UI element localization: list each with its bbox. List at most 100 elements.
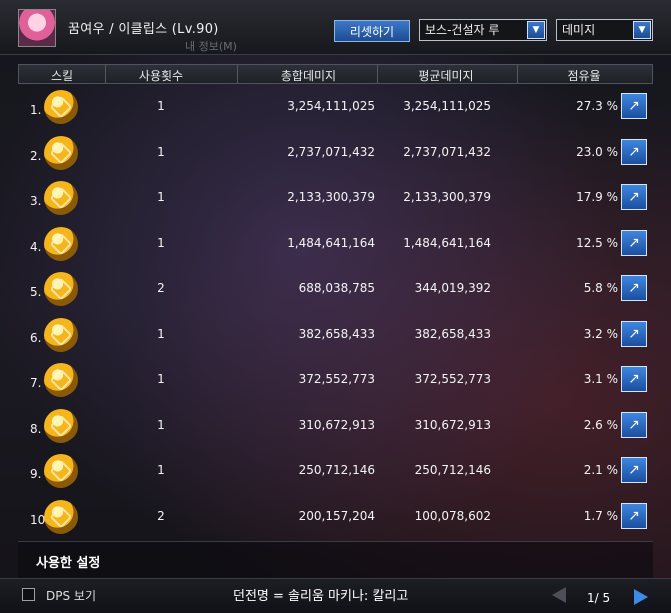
damage-share: 5.8 % [583, 281, 618, 295]
average-damage: 3,254,111,025 [403, 99, 491, 113]
column-header-average: 평균데미지 [418, 69, 474, 83]
metric-select[interactable]: 데미지 ▼ [556, 19, 653, 41]
total-damage: 2,737,071,432 [287, 144, 375, 159]
table-row: 8. 1 310,672,913 310,672,913 2.6 % ↗ [18, 404, 653, 449]
damage-share: 17.9 % [576, 190, 618, 204]
total-damage: 688,038,785 [298, 281, 375, 295]
column-header-uses: 사용횟수 [138, 69, 184, 83]
chevron-down-icon[interactable]: ▼ [527, 21, 545, 39]
metric-select-value: 데미지 [562, 23, 596, 37]
table-row: 1. 1 3,254,111,025 3,254,111,025 27.3 % ↗ [18, 85, 653, 130]
table-row: 4. 1 1,484,641,164 1,484,641,164 12.5 % ↗ [18, 222, 653, 267]
table-row: 2. 1 2,737,071,432 2,737,071,432 23.0 % ↗ [18, 131, 653, 176]
rank-number: 1. [30, 103, 42, 117]
use-count: 1 [157, 326, 165, 341]
fountain-skill-icon [44, 272, 78, 306]
ring-skill-icon [44, 181, 78, 215]
damage-stats-window: 꿈여우 / 이클립스 (Lv.90) 내 정보(M) 리셋하기 보스-건설자 루… [0, 0, 671, 613]
window-footer: DPS 보기 던전명 = 솔리움 마키나: 칼리고 1/ 5 [0, 578, 671, 613]
window-header: 꿈여우 / 이클립스 (Lv.90) 내 정보(M) 리셋하기 보스-건설자 루… [0, 0, 671, 55]
total-damage: 382,658,433 [298, 326, 375, 341]
column-header-skill: 스킬 [50, 69, 74, 83]
column-divider [237, 65, 238, 83]
crown-skill-icon [44, 90, 78, 124]
use-count: 1 [157, 235, 165, 250]
table-row: 3. 1 2,133,300,379 2,133,300,379 17.9 % ↗ [18, 176, 653, 221]
table-row: 7. 1 372,552,773 372,552,773 3.1 % ↗ [18, 358, 653, 403]
use-count: 1 [157, 99, 165, 113]
share-arrow-icon[interactable]: ↗ [621, 275, 647, 301]
average-damage: 100,078,602 [414, 508, 491, 523]
total-damage: 372,552,773 [298, 372, 375, 386]
share-arrow-icon[interactable]: ↗ [621, 320, 647, 347]
average-damage: 1,484,641,164 [403, 235, 491, 250]
column-divider [517, 65, 518, 83]
total-damage: 200,157,204 [298, 508, 375, 523]
share-arrow-icon[interactable]: ↗ [621, 229, 647, 256]
column-divider [377, 65, 378, 83]
next-page-button[interactable] [634, 589, 648, 605]
rank-number: 2. [30, 148, 42, 163]
column-header-total: 총합데미지 [280, 69, 337, 83]
damage-share: 3.2 % [583, 326, 618, 341]
share-arrow-icon[interactable]: ↗ [621, 366, 647, 392]
table-row: 5. 2 688,038,785 344,019,392 5.8 % ↗ [18, 267, 653, 312]
column-divider [105, 65, 106, 83]
rank-number: 6. [30, 330, 42, 345]
dungeon-select-value: 보스-건설자 루 [425, 23, 500, 37]
spark-skill-icon [44, 454, 78, 488]
average-damage: 344,019,392 [414, 281, 491, 295]
settings-label: 사용한 설정 [36, 556, 101, 571]
rank-number: 3. [30, 194, 42, 208]
share-arrow-icon[interactable]: ↗ [621, 138, 647, 165]
damage-share: 27.3 % [576, 99, 618, 113]
rank-number: 9. [30, 467, 42, 481]
total-damage: 2,133,300,379 [287, 190, 375, 204]
use-count: 1 [157, 463, 165, 477]
chevron-down-icon[interactable]: ▼ [633, 21, 651, 39]
character-name: 꿈여우 / 이클립스 (Lv.90) [68, 22, 219, 37]
average-damage: 310,672,913 [414, 417, 491, 432]
table-header: 스킬 사용횟수 총합데미지 평균데미지 점유율 [18, 64, 653, 84]
guard-skill-icon [44, 363, 78, 397]
share-arrow-icon[interactable]: ↗ [621, 457, 647, 483]
damage-share: 23.0 % [576, 144, 618, 159]
damage-share: 2.6 % [583, 417, 618, 432]
prev-page-button[interactable] [552, 587, 566, 603]
dungeon-name: 던전명 = 솔리움 마키나: 칼리고 [233, 589, 409, 604]
use-count: 1 [157, 372, 165, 386]
dungeon-select[interactable]: 보스-건설자 루 ▼ [419, 19, 547, 41]
share-arrow-icon[interactable]: ↗ [621, 184, 647, 210]
average-damage: 2,737,071,432 [403, 144, 491, 159]
use-count: 2 [157, 281, 165, 295]
table-row: 9. 1 250,712,146 250,712,146 2.1 % ↗ [18, 449, 653, 494]
damage-share: 1.7 % [583, 508, 618, 523]
rank-number: 7. [30, 376, 42, 390]
average-damage: 372,552,773 [414, 372, 491, 386]
demon-skill-icon [44, 408, 78, 443]
column-header-share: 점유율 [567, 69, 601, 83]
rank-number: 4. [30, 239, 42, 254]
total-damage: 250,712,146 [298, 463, 375, 477]
character-avatar [18, 9, 56, 47]
table-row: 10. 2 200,157,204 100,078,602 1.7 % ↗ [18, 495, 653, 540]
damage-share: 12.5 % [576, 235, 618, 250]
share-arrow-icon[interactable]: ↗ [621, 502, 647, 529]
spiral-skill-icon [44, 135, 78, 170]
damage-share: 3.1 % [583, 372, 618, 386]
shield-skill-icon [44, 317, 78, 352]
use-count: 1 [157, 190, 165, 204]
share-arrow-icon[interactable]: ↗ [621, 411, 647, 438]
share-arrow-icon[interactable]: ↗ [621, 93, 647, 119]
average-damage: 250,712,146 [414, 463, 491, 477]
dps-checkbox[interactable] [22, 588, 35, 601]
settings-panel: 사용한 설정 [18, 541, 653, 578]
use-count: 1 [157, 417, 165, 432]
average-damage: 382,658,433 [414, 326, 491, 341]
page-indicator: 1/ 5 [587, 591, 611, 605]
use-count: 1 [157, 144, 165, 159]
total-damage: 1,484,641,164 [287, 235, 375, 250]
total-damage: 310,672,913 [298, 417, 375, 432]
reset-button[interactable]: 리셋하기 [334, 20, 410, 42]
total-damage: 3,254,111,025 [287, 99, 375, 113]
